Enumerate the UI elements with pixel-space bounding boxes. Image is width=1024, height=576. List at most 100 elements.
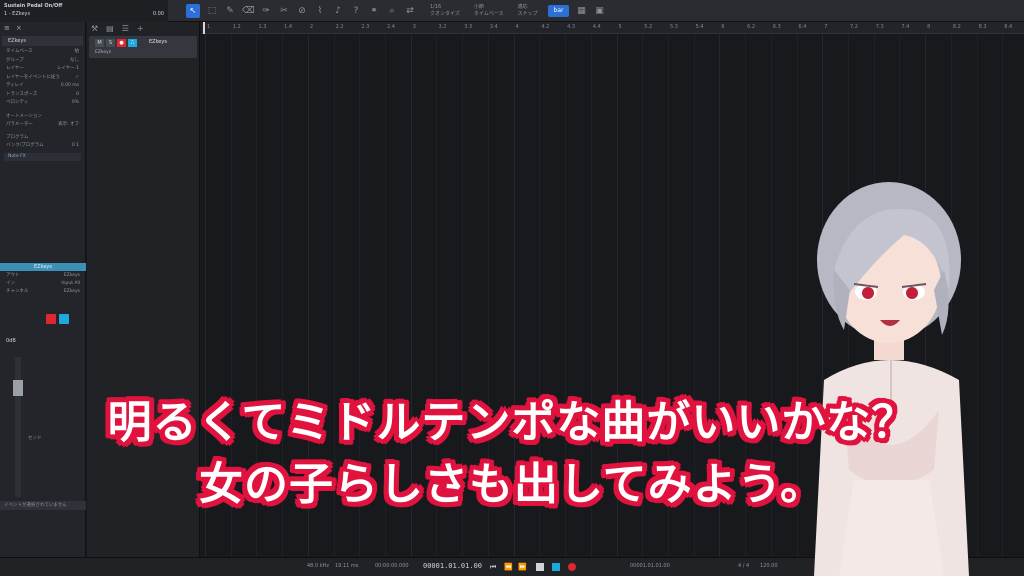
ruler-tick-label: 2.2 xyxy=(335,24,344,30)
snap-group[interactable]: 適応 スナップ xyxy=(518,4,538,18)
mixer-row-value: Input All xyxy=(61,281,80,286)
bank-label: バンク/プログラム xyxy=(6,143,44,148)
time-signature[interactable]: 4 / 4 xyxy=(738,563,749,569)
automation-row[interactable]: パラメーター 表示: オフ xyxy=(0,121,85,130)
instrument-name: Sustain Pedal On/Off xyxy=(4,2,63,9)
inspector-row[interactable]: レイヤーをイベントに従う ✓ xyxy=(0,74,85,83)
loop-start[interactable]: 00001.01.01.00 xyxy=(630,563,670,569)
quantize-group[interactable]: 1/16 クオンタイズ xyxy=(430,4,460,18)
folder-icon[interactable]: ▤ xyxy=(106,24,114,33)
stop-icon[interactable] xyxy=(536,563,544,571)
range-tool-icon[interactable]: ⬚ xyxy=(206,5,218,17)
record-button[interactable] xyxy=(46,314,56,324)
volume-readout: 0dB xyxy=(6,338,16,344)
inspector-rows: タイムベース 拍グループ なし レイヤー レイヤー 1 レイヤーをイベントに従う ✓ ディレイ… xyxy=(0,48,85,108)
quantize-value: 1/16 xyxy=(430,3,442,10)
inspector-row[interactable]: ディレイ 0.00 ms xyxy=(0,82,85,91)
inspector-row[interactable]: ベロシティ 0% xyxy=(0,99,85,108)
timebase-value: 小節 xyxy=(473,3,484,10)
note-fx-field[interactable]: Note FX xyxy=(4,152,81,161)
ruler-tick-label: 1.2 xyxy=(232,24,241,30)
save-icon[interactable]: ▣ xyxy=(593,5,605,17)
close-icon[interactable]: × xyxy=(16,24,22,32)
inspector-row-label: ディレイ xyxy=(6,83,24,88)
ruler-tick-label: 4.4 xyxy=(592,24,601,30)
list-icon[interactable]: ☰ xyxy=(122,24,129,33)
split-tool-icon[interactable]: ✂ xyxy=(278,5,290,17)
subtitle-line-1: 明るくてミドルテンポな曲がいいかな？ xyxy=(107,397,917,448)
ruler-tick-label: 8.4 xyxy=(1004,24,1013,30)
forward-icon[interactable]: ⏩ xyxy=(518,563,527,571)
inspector-row-value: 0.00 ms xyxy=(60,83,79,88)
wrench-icon[interactable]: ⚒ xyxy=(91,24,98,33)
inspector-row-label: タイムベース xyxy=(6,49,33,54)
mixer-row-value: EZkeys xyxy=(63,273,80,278)
ruler-tick-label: 7 xyxy=(824,24,828,30)
quantize-label: クオンタイズ xyxy=(430,10,460,17)
ruler-tick-label: 4 xyxy=(515,24,519,30)
inspector-row[interactable]: グループ なし xyxy=(0,57,85,66)
loop-icon[interactable] xyxy=(552,563,560,571)
bank-value: 0 1 xyxy=(71,143,79,148)
latency: 19.11 ms xyxy=(335,563,359,569)
automation-param-value: 表示: オフ xyxy=(58,121,79,127)
snap-label: スナップ xyxy=(517,10,538,17)
mute-button[interactable]: M xyxy=(95,39,104,47)
mixer-row[interactable]: チャンネル EZkeys xyxy=(0,288,86,296)
ruler-tick-label: 6.4 xyxy=(798,24,807,30)
mixer-row-value: EZkeys xyxy=(63,289,80,294)
listen-tool-icon[interactable]: ♪ xyxy=(332,5,344,17)
ruler-tick-label: 8 xyxy=(927,24,931,30)
track-name[interactable]: EZkeys xyxy=(149,39,167,45)
grid-icon[interactable]: ▦ xyxy=(575,5,587,17)
rewind-icon[interactable]: ⏮ xyxy=(490,563,498,571)
mute-tool-icon[interactable]: ⊘ xyxy=(296,5,308,17)
bend-tool-icon[interactable]: ⌇ xyxy=(314,5,326,17)
ruler-tick-label: 5.4 xyxy=(695,24,704,30)
tempo[interactable]: 120.00 xyxy=(760,563,778,569)
zoom-icon[interactable]: ⌕ xyxy=(386,5,398,17)
inspector-row-value: レイヤー 1 xyxy=(56,66,79,71)
inspector-track-name[interactable]: EZkeys xyxy=(2,36,83,46)
inspector-row[interactable]: トランスポーズ 0 xyxy=(0,91,85,100)
ruler-tick-label: 5.2 xyxy=(644,24,653,30)
eraser-tool-icon[interactable]: ⌫ xyxy=(242,5,255,17)
back-icon[interactable]: ⏪ xyxy=(504,563,513,571)
add-track-icon[interactable]: + xyxy=(137,24,144,33)
ruler-tick-label: 8.2 xyxy=(952,24,961,30)
playhead[interactable] xyxy=(203,22,205,34)
track-header[interactable]: M S ● ⎍ EZkeys EZkeys xyxy=(89,36,197,58)
menu-icon[interactable]: ≡ xyxy=(4,24,10,32)
paint-tool-icon[interactable]: ✑ xyxy=(260,5,272,17)
record-icon[interactable] xyxy=(568,563,576,571)
ruler-tick-label: 6.3 xyxy=(772,24,781,30)
inspector-row-label: レイヤー xyxy=(6,66,24,71)
mixer-row[interactable]: アウト EZkeys xyxy=(0,272,86,280)
ruler-tick-label: 7.2 xyxy=(849,24,858,30)
mixer-channel-title: EZkeys xyxy=(0,263,86,271)
monitor-button[interactable] xyxy=(59,314,69,324)
channel-buttons xyxy=(46,314,69,324)
mixer-row[interactable]: イン Input All xyxy=(0,280,86,288)
track-record-button[interactable]: ● xyxy=(117,39,126,47)
track-monitor-button[interactable]: ⎍ xyxy=(128,39,137,47)
arrow-tool-icon[interactable]: ↖ xyxy=(186,3,200,18)
instrument-sub: 1 - EZkeys xyxy=(4,10,31,17)
mode-button[interactable]: bar xyxy=(547,4,570,17)
instrument-panel[interactable]: Sustain Pedal On/Off 1 - EZkeys 0.00 xyxy=(0,0,168,22)
inspector-row-label: ベロシティ xyxy=(6,100,29,105)
ruler-tick-label: 2.4 xyxy=(387,24,395,30)
autoscroll-icon[interactable]: ⇄ xyxy=(404,5,416,17)
timeline-ruler[interactable]: 1 1.2 1.3 1.4 2 2.2 2.3 2.4 3 3.2 3.3 3.4 4 4.2 4.3 4.4… xyxy=(201,22,1024,34)
ruler-tick-label: 1 xyxy=(207,24,211,30)
pencil-tool-icon[interactable]: ✎ xyxy=(224,5,236,17)
bank-row[interactable]: バンク/プログラム 0 1 xyxy=(0,142,85,151)
position-counter[interactable]: 00001.01.01.00 xyxy=(423,562,482,570)
inspector-header: ≡ × xyxy=(0,22,85,34)
solo-button[interactable]: S xyxy=(106,39,115,47)
help-icon[interactable]: ? xyxy=(350,5,362,17)
inspector-row[interactable]: タイムベース 拍 xyxy=(0,48,85,57)
inspector-row[interactable]: レイヤー レイヤー 1 xyxy=(0,65,85,74)
link-icon[interactable]: ⚭ xyxy=(368,5,380,17)
timebase-group[interactable]: 小節 タイムベース xyxy=(474,4,504,18)
